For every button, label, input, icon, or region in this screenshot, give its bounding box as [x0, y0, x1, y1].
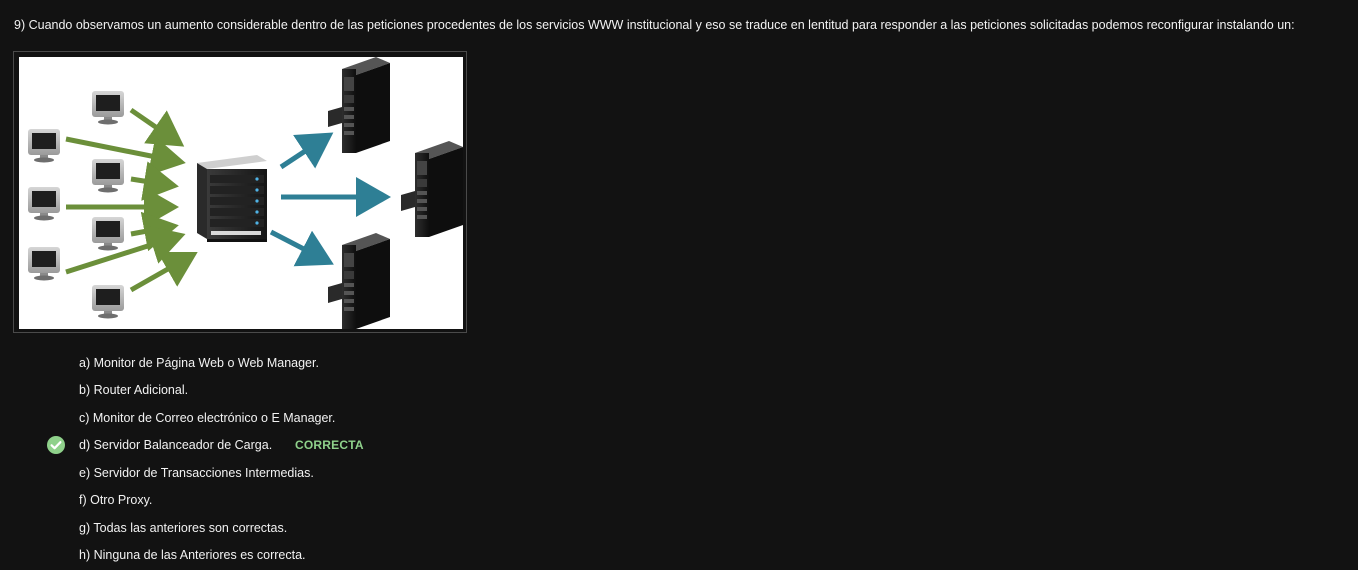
diagram-canvas — [19, 57, 463, 329]
answer-option-a[interactable]: a) Monitor de Página Web o Web Manager. — [0, 353, 700, 373]
answer-option-c[interactable]: c) Monitor de Correo electrónico o E Man… — [0, 408, 700, 428]
answer-option-label: h) Ninguna de las Anteriores es correcta… — [79, 548, 306, 562]
answer-option-f[interactable]: f) Otro Proxy. — [0, 490, 700, 510]
answer-option-g[interactable]: g) Todas las anteriores son correctas. — [0, 518, 700, 538]
client-monitor-icon — [28, 247, 60, 281]
backend-server-icon — [328, 233, 390, 329]
client-monitor-icon — [92, 91, 124, 125]
answer-option-label: a) Monitor de Página Web o Web Manager. — [79, 356, 319, 370]
answer-option-label: d) Servidor Balanceador de Carga. — [79, 438, 273, 452]
answer-option-label: f) Otro Proxy. — [79, 493, 153, 507]
client-monitor-icon — [28, 187, 60, 221]
answer-option-label: b) Router Adicional. — [79, 383, 189, 397]
backend-server-icon — [401, 141, 463, 237]
question-text: 9) Cuando observamos un aumento consider… — [14, 18, 1295, 32]
answer-option-label: g) Todas las anteriores son correctas. — [79, 521, 288, 535]
check-circle-icon — [47, 436, 65, 454]
client-monitor-icon — [92, 159, 124, 193]
backend-server-icon — [328, 57, 390, 153]
client-monitor-icon — [28, 129, 60, 163]
answer-option-label: e) Servidor de Transacciones Intermedias… — [79, 466, 314, 480]
client-monitor-icon — [92, 285, 124, 319]
answer-option-e[interactable]: e) Servidor de Transacciones Intermedias… — [0, 463, 700, 483]
answer-option-h[interactable]: h) Ninguna de las Anteriores es correcta… — [0, 545, 700, 565]
load-balancer-server-icon — [197, 155, 267, 242]
answer-option-label: c) Monitor de Correo electrónico o E Man… — [79, 411, 336, 425]
incoming-request-arrows — [65, 107, 198, 293]
client-monitor-icon — [92, 217, 124, 251]
correct-badge: CORRECTA — [295, 438, 364, 452]
load-balancer-diagram — [13, 51, 467, 333]
answer-option-b[interactable]: b) Router Adicional. — [0, 380, 700, 400]
answer-option-d[interactable]: d) Servidor Balanceador de Carga. CORREC… — [0, 435, 700, 455]
